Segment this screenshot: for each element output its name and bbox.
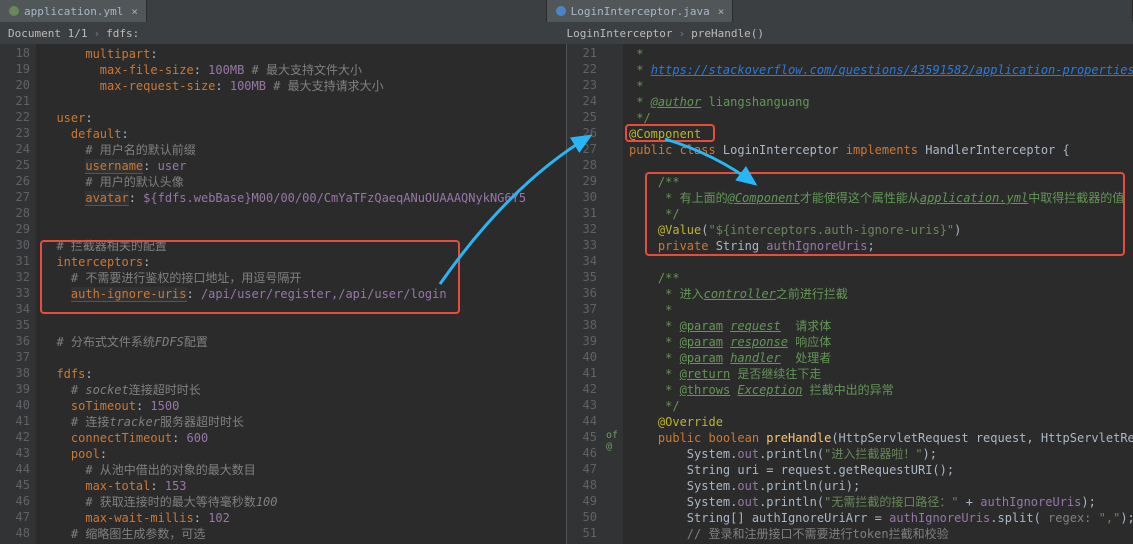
bc-item: LoginInterceptor [567,27,673,40]
chevron-right-icon: › [678,27,685,40]
close-icon[interactable]: × [718,5,725,18]
bc-item: Document 1/1 [8,27,87,40]
right-editor[interactable]: 2122232425262728293031323334353637383940… [566,44,1133,544]
line-gutter: 1819202122232425262728293031323334353637… [0,44,36,544]
chevron-right-icon: › [93,27,100,40]
close-icon[interactable]: × [131,5,138,18]
tab-label: application.yml [24,5,123,18]
breadcrumb-bar: Document 1/1 › fdfs: LoginInterceptor › … [0,22,1133,44]
line-gutter: 2122232425262728293031323334353637383940… [567,44,603,544]
yml-file-icon [8,5,20,17]
tab-spacer-right [733,0,1133,22]
tab-label: LoginInterceptor.java [571,5,710,18]
code-area[interactable]: multipart: max-file-size: 100MB # 最大支持文件… [36,44,566,544]
code-area[interactable]: * * https://stackoverflow.com/questions/… [623,44,1133,544]
left-editor[interactable]: 1819202122232425262728293031323334353637… [0,44,566,544]
breadcrumb-right[interactable]: LoginInterceptor › preHandle() [567,27,1126,40]
java-file-icon [555,5,567,17]
editor-panes: 1819202122232425262728293031323334353637… [0,44,1133,544]
bc-item: fdfs: [106,27,139,40]
breadcrumb-left[interactable]: Document 1/1 › fdfs: [8,27,567,40]
tab-application-yml[interactable]: application.yml × [0,0,147,22]
ide-root: application.yml × LoginInterceptor.java … [0,0,1133,544]
bc-item: preHandle() [691,27,764,40]
tab-bar: application.yml × LoginInterceptor.java … [0,0,1133,22]
tab-spacer-left [147,0,547,22]
icon-gutter: of @ [603,44,623,544]
tab-login-interceptor[interactable]: LoginInterceptor.java × [547,0,734,22]
